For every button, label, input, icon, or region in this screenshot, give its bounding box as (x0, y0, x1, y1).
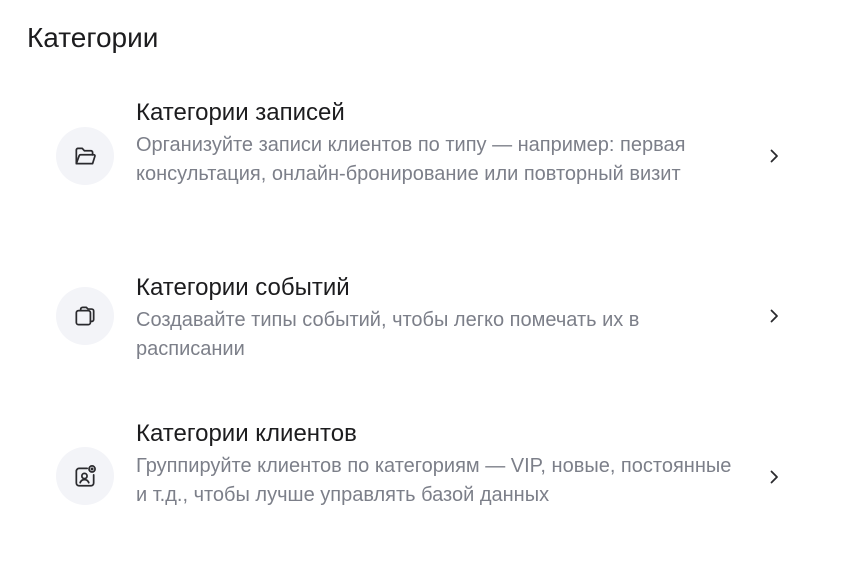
item-description: Группируйте клиентов по категориям — VIP… (136, 455, 732, 506)
item-description: Создавайте типы событий, чтобы легко пом… (136, 309, 640, 360)
chevron-right-icon[interactable] (764, 146, 784, 166)
item-title: Категории клиентов (136, 420, 357, 447)
folder-open-icon (75, 147, 96, 165)
item-title: Категории событий (136, 274, 350, 301)
chevron-right-icon[interactable] (764, 306, 784, 326)
icon-badge (56, 127, 114, 185)
item-title: Категории записей (136, 99, 345, 126)
icon-badge (56, 287, 114, 345)
list-item-event-categories[interactable]: Категории событий Создавайте типы событи… (0, 240, 864, 390)
item-description: Организуйте записи клиентов по типу — на… (136, 134, 686, 185)
stacked-folders-icon (75, 306, 95, 326)
list-item-client-categories[interactable]: Категории клиентов Группируйте клиентов … (0, 390, 864, 572)
chevron-right-icon[interactable] (764, 467, 784, 487)
icon-badge (56, 447, 114, 505)
client-badge-icon (75, 465, 96, 487)
list-item-appointment-categories[interactable]: Категории записей Организуйте записи кли… (0, 0, 864, 240)
